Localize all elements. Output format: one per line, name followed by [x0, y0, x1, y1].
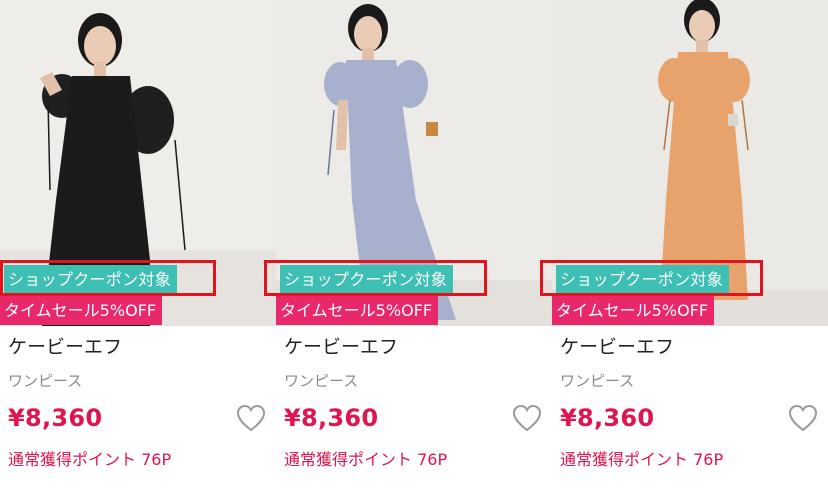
- points-text: 通常獲得ポイント 76P: [8, 450, 172, 469]
- heart-icon[interactable]: [512, 404, 542, 432]
- product-card[interactable]: ショップクーポン対象 タイムセール5%OFF ケービーエフ ワンピース ¥8,3…: [540, 0, 828, 491]
- product-card[interactable]: ショップクーポン対象 タイムセール5%OFF ケービーエフ ワンピース ¥8,3…: [0, 0, 276, 491]
- category-label: ワンピース: [560, 372, 635, 390]
- brand-name[interactable]: ケービーエフ: [284, 332, 398, 359]
- category-label: ワンピース: [284, 372, 359, 390]
- brand-name[interactable]: ケービーエフ: [560, 332, 674, 359]
- price: ¥8,360: [284, 404, 379, 432]
- category-label: ワンピース: [8, 372, 83, 390]
- sale-badge: タイムセール5%OFF: [276, 296, 439, 325]
- product-grid: ショップクーポン対象 タイムセール5%OFF ケービーエフ ワンピース ¥8,3…: [0, 0, 828, 491]
- coupon-highlight-outline: [264, 260, 487, 296]
- heart-icon[interactable]: [788, 404, 818, 432]
- brand-name[interactable]: ケービーエフ: [8, 332, 122, 359]
- price: ¥8,360: [560, 404, 655, 432]
- coupon-highlight-outline: [0, 260, 216, 296]
- points-text: 通常獲得ポイント 76P: [284, 450, 448, 469]
- sale-badge: タイムセール5%OFF: [552, 296, 715, 325]
- coupon-highlight-outline: [540, 260, 763, 296]
- heart-icon[interactable]: [236, 404, 266, 432]
- product-card[interactable]: ショップクーポン対象 タイムセール5%OFF ケービーエフ ワンピース ¥8,3…: [264, 0, 552, 491]
- price: ¥8,360: [8, 404, 103, 432]
- sale-badge: タイムセール5%OFF: [0, 296, 163, 325]
- points-text: 通常獲得ポイント 76P: [560, 450, 724, 469]
